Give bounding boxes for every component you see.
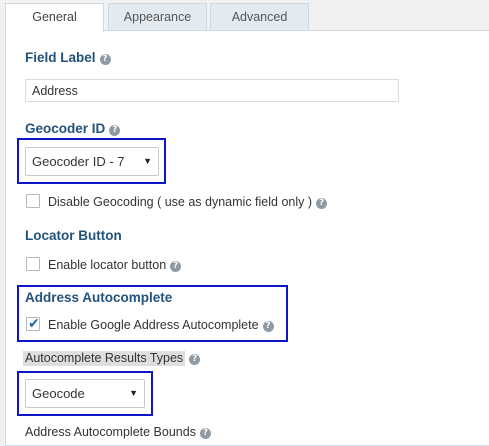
autocomplete-results-types-select[interactable]: Geocode ▼ [25,379,145,408]
tab-bar: General Appearance Advanced [0,0,489,32]
address-autocomplete-option: Enable Google Address Autocomplete? [48,318,274,333]
geocoder-id-value: Geocoder ID - 7 [32,154,125,169]
locator-button-checkbox[interactable] [26,257,40,271]
dropdown-arrow-icon: ▼ [129,388,138,398]
help-icon[interactable]: ? [189,354,201,365]
geocoder-id-heading: Geocoder ID? [25,121,121,137]
geocoder-id-label: Geocoder ID [25,121,106,136]
autocomplete-bounds-heading: Address Autocomplete Bounds? [25,425,211,440]
locator-button-option: Enable locator button? [48,258,182,273]
autocomplete-results-types-heading: Autocomplete Results Types? [23,351,201,366]
geocoder-id-select[interactable]: Geocoder ID - 7 ▼ [25,147,159,176]
disable-geocoding-label: Disable Geocoding ( use as dynamic field… [48,195,313,209]
help-icon[interactable]: ? [170,261,182,272]
autocomplete-bounds-label: Address Autocomplete Bounds [25,425,196,439]
help-icon[interactable]: ? [109,125,121,136]
disable-geocoding-checkbox[interactable] [26,194,40,208]
autocomplete-results-types-label: Autocomplete Results Types [23,351,186,366]
dropdown-arrow-icon: ▼ [143,156,152,166]
help-icon[interactable]: ? [99,54,111,65]
help-icon[interactable]: ? [199,428,211,439]
field-label-heading: Field Label? [25,50,111,66]
disable-geocoding-option: Disable Geocoding ( use as dynamic field… [48,195,328,210]
tab-advanced[interactable]: Advanced [210,3,309,31]
checkmark-icon: ✔ [28,315,40,331]
locator-button-label: Enable locator button [48,258,167,272]
address-autocomplete-label: Enable Google Address Autocomplete [48,318,259,332]
address-autocomplete-heading: Address Autocomplete [25,290,173,305]
tab-appearance[interactable]: Appearance [108,3,207,31]
tab-general[interactable]: General [5,3,104,32]
field-label-input[interactable] [25,79,399,102]
autocomplete-results-types-value: Geocode [32,386,85,401]
field-label-text: Field Label [25,50,96,65]
address-autocomplete-checkbox[interactable]: ✔ [26,315,40,331]
locator-button-heading: Locator Button [25,228,122,243]
help-icon[interactable]: ? [316,198,328,209]
help-icon[interactable]: ? [262,321,274,332]
